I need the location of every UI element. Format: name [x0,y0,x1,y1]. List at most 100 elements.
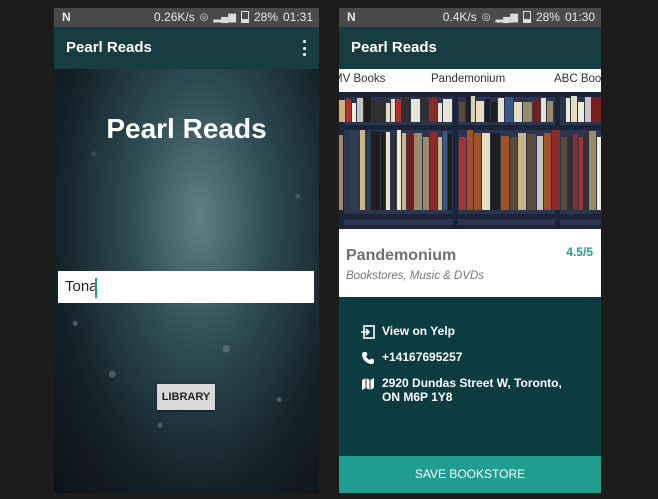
book-spine [397,130,401,210]
store-name: Pandemonium [346,247,457,264]
phone-number: +14167695257 [382,350,463,364]
tab-pandemonium[interactable]: Pandemonium [431,73,506,87]
book-spine [414,133,422,210]
yelp-label: View on Yelp [382,324,455,338]
shelf-board [339,92,601,97]
book-spine [482,133,490,210]
book-spine [485,99,490,122]
book-spine [568,135,572,210]
book-spine [544,133,551,210]
book-spine [430,132,437,210]
n-logo-icon: N [347,10,356,24]
book-spine [523,102,532,122]
address: 2920 Dundas Street W, Toronto, ON M6P 1Y… [382,376,562,404]
book-spine [366,134,370,210]
app-bar: Pearl Reads [54,27,319,69]
book-spine [561,137,567,210]
text-cursor [95,278,97,298]
book-spine [350,131,359,210]
open-external-icon [361,325,375,339]
book-spine [459,102,465,122]
tab-abc-books[interactable]: ABC Boo [554,73,601,85]
book-spine [378,99,385,122]
book-spine [597,137,601,210]
book-spine [573,134,578,210]
book-spine [498,98,504,122]
app-bar: Pearl Reads [339,27,601,69]
store-card: Pandemonium 4.5/5 Bookstores, Music & DV… [339,229,601,297]
phone-screen-bookstore: N 0.4K/s ◎ ▂▄▆ 28% 01:30 Pearl Reads MV … [339,8,601,493]
book-spine [407,133,413,210]
book-spine [518,133,526,210]
book-spine [459,137,466,210]
tab-mv-books[interactable]: MV Books [339,73,385,85]
book-spine [510,137,517,210]
battery-icon [240,11,249,23]
app-title: Pearl Reads [351,39,437,56]
n-logo-icon: N [62,10,71,24]
book-spine [505,97,513,122]
book-spine [357,98,363,122]
book-spine [391,136,396,210]
book-spine [592,98,601,122]
save-bookstore-button[interactable]: SAVE BOOKSTORE [339,456,601,493]
battery-percent: 28% [535,10,560,24]
shelf-board [339,214,601,219]
book-spine [396,99,401,122]
signal-icon: ▂▄▆ [213,11,236,23]
view-on-yelp-link[interactable]: View on Yelp [361,324,455,339]
book-spine [360,130,365,210]
book-spine [352,103,356,122]
book-spine [423,137,429,210]
book-spine [372,101,377,122]
book-spine [537,136,543,210]
book-spine [429,98,437,122]
phone-link[interactable]: +14167695257 [361,350,462,365]
shelf-divider [453,92,458,229]
book-spine [471,96,475,122]
bookshelf-photo [339,92,601,229]
book-spine [438,137,442,210]
hero-title: Pearl Reads [106,113,267,144]
more-vert-icon[interactable] [297,38,311,58]
book-spine [491,102,497,122]
network-speed: 0.26K/s [154,10,195,24]
phone-icon [361,351,375,365]
status-bar: N 0.26K/s ◎ ▂▄▆ 28% 01:31 [54,8,319,27]
book-spine [346,99,351,122]
book-spine [402,98,410,122]
book-spine [571,96,577,122]
book-spine [589,131,596,210]
phone-screen-search: N 0.26K/s ◎ ▂▄▆ 28% 01:31 Pearl Reads Pe… [54,8,319,493]
book-spine [339,135,343,210]
store-details: View on Yelp +14167695257 2920 Dundas St… [339,297,601,456]
book-spine [466,97,470,122]
book-spine [391,99,395,122]
book-spine [381,132,385,210]
clock: 01:31 [282,10,313,24]
book-spine [386,103,390,122]
book-spine [411,99,420,122]
book-spine [467,130,473,210]
book-spine [566,98,570,122]
book-spine [443,131,447,210]
book-spine [578,102,584,122]
store-tabs: MV Books Pandemonium ABC Boo [339,69,601,92]
address-line-2: ON M6P 1Y8 [382,390,453,404]
store-rating: 4.5/5 [566,245,593,259]
map-icon [361,377,375,391]
app-title: Pearl Reads [66,39,152,56]
book-spine [552,130,560,210]
wifi-icon: ◎ [481,11,491,23]
store-categories: Bookstores, Music & DVDs [346,270,485,282]
book-spine [364,96,371,122]
address-link[interactable]: 2920 Dundas Street W, Toronto, ON M6P 1Y… [361,376,562,404]
book-spine [514,102,522,122]
book-spine [386,132,390,210]
book-spine [339,100,345,122]
battery-percent: 28% [253,10,278,24]
book-spine [533,100,540,122]
library-button[interactable]: LIBRARY [157,384,215,410]
book-spine [501,136,509,210]
book-spine [421,98,428,122]
